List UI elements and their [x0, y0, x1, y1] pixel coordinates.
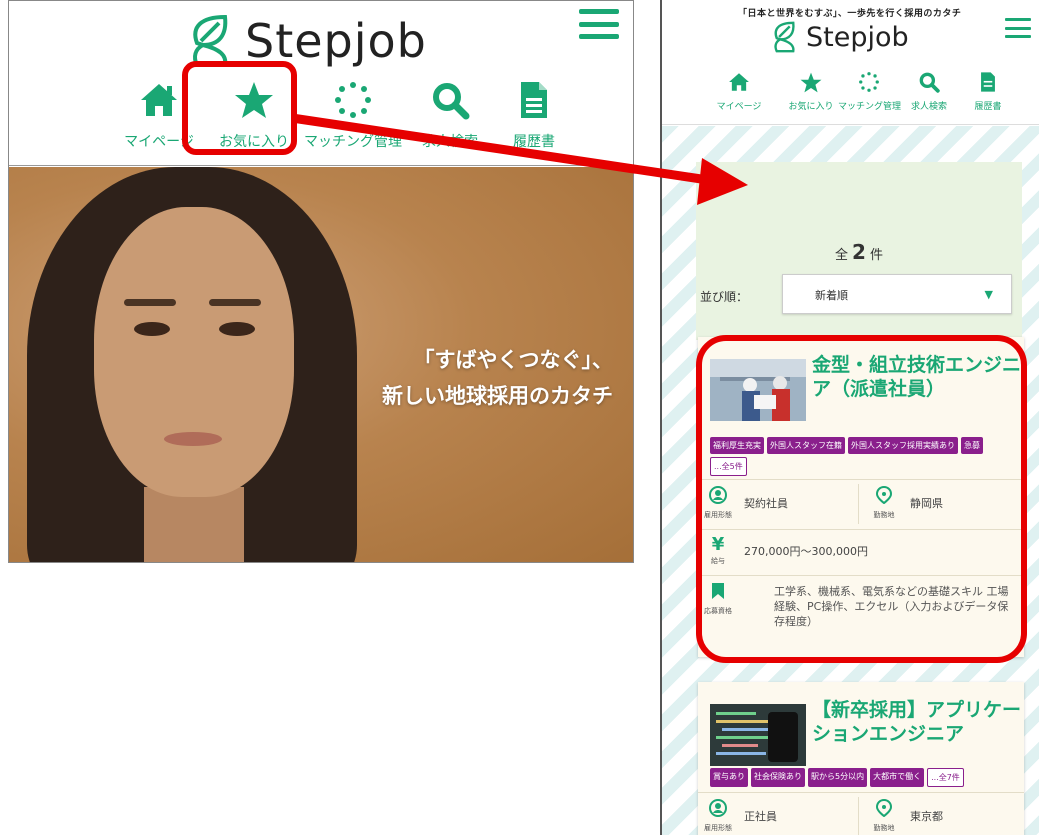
nav-matching[interactable]: マッチング管理 — [838, 70, 901, 112]
left-header: Stepjob マイページ お気に入り マッチング管理 求人検索 履歴書 — [9, 1, 633, 166]
sort-panel: 全2件 並び順： 新着順 ▼ — [696, 162, 1022, 340]
sort-label: 並び順： — [700, 290, 749, 304]
job-thumbnail — [710, 704, 806, 766]
document-icon — [957, 70, 1019, 94]
more-tags-link[interactable]: ...全7件 — [927, 768, 964, 787]
brand-name: Stepjob — [245, 14, 427, 68]
logo[interactable]: Stepjob — [772, 20, 909, 54]
nav-favorites[interactable]: お気に入り — [780, 70, 842, 112]
left-screenshot: Stepjob マイページ お気に入り マッチング管理 求人検索 履歴書 「すば… — [8, 0, 634, 563]
job-tag: 駅から5分以内 — [808, 768, 868, 787]
work-location: 勤務地 東京都 — [864, 798, 943, 833]
hamburger-menu-icon[interactable] — [1005, 18, 1031, 38]
job-card[interactable]: 【新卒採用】アプリケーションエンジニア 賞与あり 社会保険あり 駅から5分以内 … — [698, 682, 1024, 835]
nav-search[interactable]: 求人検索 — [898, 70, 960, 112]
job-title[interactable]: 【新卒採用】アプリケーションエンジニア — [812, 698, 1022, 746]
job-tag: 大都市で働く — [870, 768, 925, 787]
hero-tagline: 「すばやくつなぐ」、 新しい地球採用のカタチ — [382, 348, 613, 408]
info-row: 雇用形態 正社員 勤務地 東京都 — [698, 792, 1024, 835]
sort-select[interactable]: 新着順 ▼ — [782, 274, 1012, 314]
nav-mypage[interactable]: マイページ — [708, 70, 770, 112]
right-header: 「日本と世界をむすぶ」、一歩先を行く採用のカタチ Stepjob マイページ お… — [662, 0, 1039, 125]
person-icon: 雇用形態 — [698, 799, 738, 833]
job-tags: 賞与あり 社会保険あり 駅から5分以内 大都市で働く ...全7件 — [710, 768, 1016, 787]
document-icon — [474, 79, 594, 121]
employment-type: 雇用形態 正社員 — [698, 799, 777, 833]
location-pin-icon: 勤務地 — [864, 798, 904, 833]
leaf-logo-icon — [774, 21, 795, 53]
hamburger-menu-icon[interactable] — [579, 9, 619, 39]
nav-resume[interactable]: 履歴書 — [474, 79, 594, 151]
star-icon — [780, 70, 842, 94]
result-count: 全2件 — [835, 240, 883, 264]
highlight-box-favorites — [182, 61, 297, 155]
dropdown-arrow-icon: ▼ — [984, 288, 993, 301]
matching-icon — [838, 70, 900, 94]
sort-select-value: 新着順 — [815, 289, 848, 302]
search-icon — [898, 70, 960, 94]
hero-image: 「すばやくつなぐ」、 新しい地球採用のカタチ — [9, 167, 633, 562]
home-icon — [708, 70, 770, 94]
brand-name: Stepjob — [806, 21, 909, 53]
nav-resume-label: 履歴書 — [513, 134, 555, 150]
job-tag: 賞与あり — [710, 768, 748, 787]
main-nav: マイページ お気に入り マッチング管理 求人検索 履歴書 — [9, 79, 633, 159]
job-tag: 社会保険あり — [751, 768, 805, 787]
header-banner: 「日本と世界をむすぶ」、一歩先を行く採用のカタチ — [738, 9, 962, 19]
nav-resume[interactable]: 履歴書 — [957, 70, 1019, 112]
highlight-box-job-card — [696, 335, 1027, 663]
